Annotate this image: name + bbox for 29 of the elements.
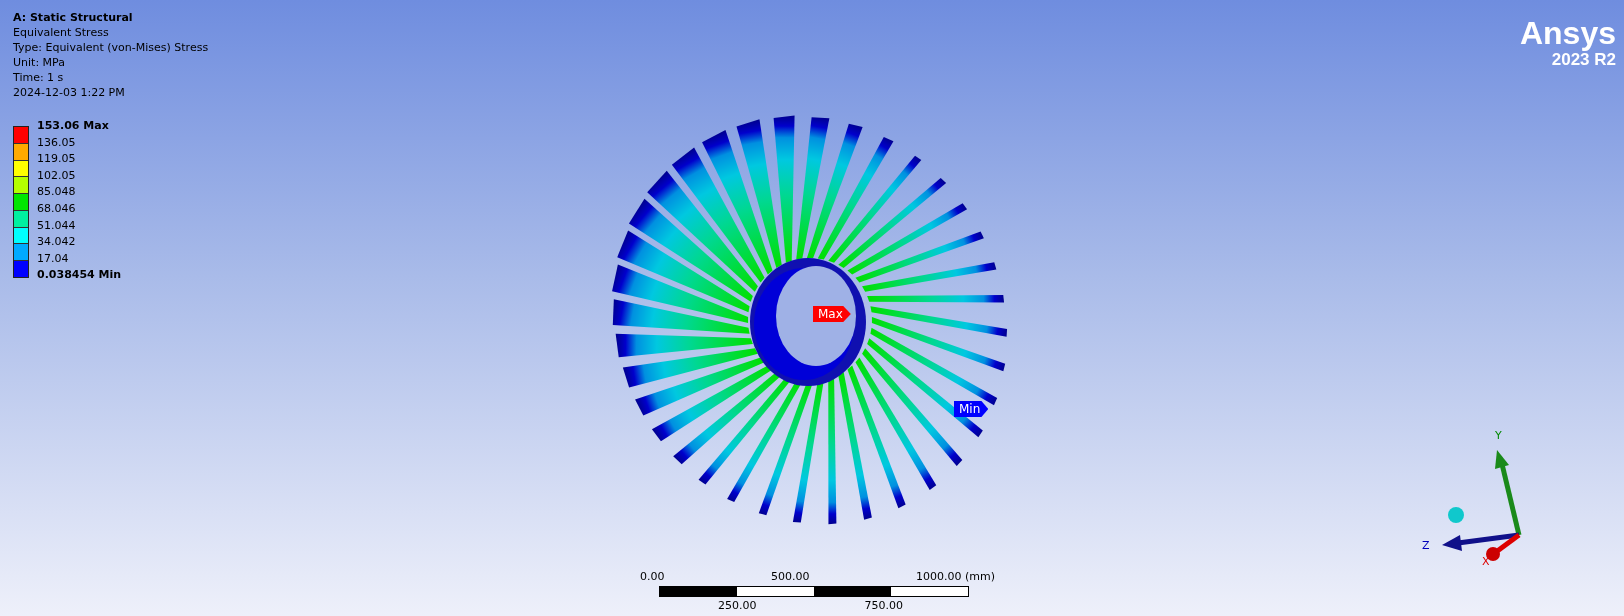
result-detail: Type: Equivalent (von-Mises) Stress xyxy=(13,40,209,55)
scale-label: 1000.00 (mm) xyxy=(916,570,995,583)
scale-label: 250.00 xyxy=(718,599,757,612)
version-text: 2023 R2 xyxy=(1551,50,1616,70)
probe-tag: Max xyxy=(813,306,851,322)
probe-tag: Min xyxy=(954,401,989,417)
scale-label: 0.00 xyxy=(640,570,665,583)
result-detail: Equivalent Stress xyxy=(13,25,109,40)
legend-value: 102.05 xyxy=(37,167,77,184)
legend-value: 136.05 xyxy=(37,134,77,151)
legend-value: 51.044 xyxy=(37,217,77,234)
axis-label: X xyxy=(1482,555,1490,568)
legend-value: 153.06 Max xyxy=(37,118,110,134)
result-title: A: Static Structural xyxy=(13,10,133,25)
legend-value: 119.05 xyxy=(37,151,77,168)
result-detail: Unit: MPa xyxy=(13,55,65,70)
result-detail: Time: 1 s xyxy=(13,70,64,85)
scale-label: 500.00 xyxy=(771,570,810,583)
axis-label: Y xyxy=(1495,429,1502,442)
result-detail: 2024-12-03 1:22 PM xyxy=(13,85,125,100)
legend-value: 17.04 xyxy=(37,250,70,267)
legend-value: 68.046 xyxy=(37,200,77,217)
rotation-center-icon xyxy=(1448,507,1464,523)
legend-value: 0.038454 Min xyxy=(37,267,122,284)
scale-label: 750.00 xyxy=(864,599,903,612)
axis-label: Z xyxy=(1422,539,1430,552)
logo-text: Ansys xyxy=(1519,16,1616,50)
legend-value: 85.048 xyxy=(37,184,77,201)
legend-value: 34.042 xyxy=(37,234,77,251)
